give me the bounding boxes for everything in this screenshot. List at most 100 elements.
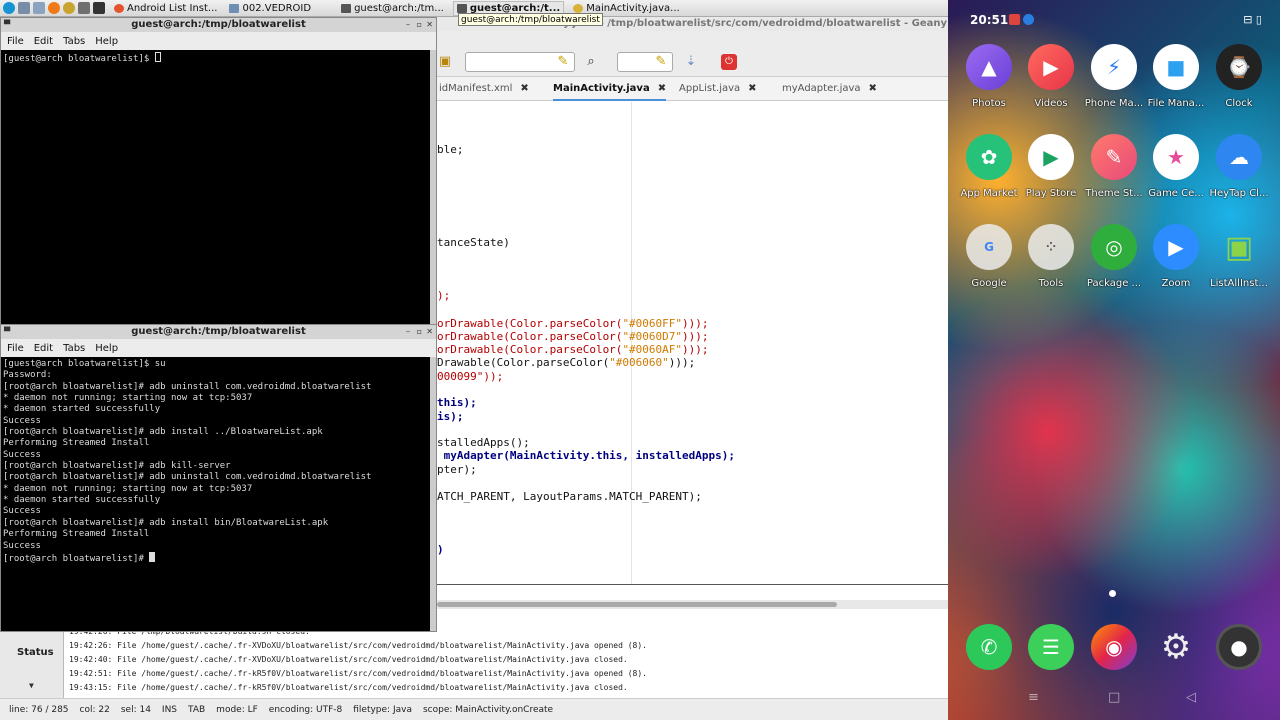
task-label: guest@arch:/t... [469,2,561,14]
app-heytap-cloud[interactable]: ☁ HeyTap Cl... [1204,134,1274,199]
search-icon[interactable]: ⌕ [583,54,599,70]
menu-tabs[interactable]: Tabs [63,343,85,354]
menu-file[interactable]: File [7,36,24,47]
output-line: Success [3,415,41,426]
terminal-task-icon [341,3,352,13]
status-tab[interactable]: Status ▼ [0,630,64,698]
code-line: orDrawable(Color.parseColor("#0060D7")))… [437,330,709,343]
messages-icon: ☰ [1028,624,1074,670]
page-indicator [1109,590,1116,597]
minimize-icon[interactable]: – [406,18,410,32]
terminal-titlebar[interactable]: ▀ guest@arch:/tmp/bloatwarelist – ▫ ✕ [1,18,436,32]
app-listallinstalled[interactable]: ▣ ListAllInst... [1204,224,1274,290]
task-android-list[interactable]: Android List Inst... [111,1,220,16]
status-scope: scope: MainActivity.onCreate [422,704,554,715]
dock-firefox[interactable]: ◉ [1079,624,1149,670]
maximize-icon[interactable]: ▫ [417,18,422,32]
log-line: 19:42:26: File /home/guest/.cache/.fr-XV… [69,641,647,650]
tab-myadapter[interactable]: myAdapter.java ✖ [782,77,877,101]
camera-icon: ● [1216,624,1262,670]
close-icon[interactable]: ✕ [426,325,433,339]
close-tab-icon[interactable]: ✖ [869,83,877,94]
game-star-icon: ★ [1153,134,1199,180]
close-tab-icon[interactable]: ✖ [658,83,666,94]
dock-phone[interactable]: ✆ [954,624,1024,670]
app-zoom[interactable]: ▶ Zoom [1141,224,1211,289]
task-vedroid-folder[interactable]: 002.VEDROID [226,1,314,16]
settings-icon[interactable] [78,2,90,14]
home-icon[interactable]: □ [1108,690,1120,705]
clear-goto-broom-icon[interactable]: ✎ [653,54,669,70]
code-line: ) [437,543,444,556]
arch-menu-icon[interactable] [3,2,15,14]
dock-messages[interactable]: ☰ [1016,624,1086,670]
terminal-launcher-icon[interactable] [93,2,105,14]
terminal-output[interactable]: [guest@arch bloatwarelist]$ su Password:[… [1,357,436,631]
clear-search-broom-icon[interactable]: ✎ [555,54,571,70]
tab-androidmanifest[interactable]: idManifest.xml ✖ [439,77,529,101]
app-theme-store[interactable]: ✎ Theme St... [1079,134,1149,199]
scrollbar-thumb[interactable] [437,602,837,607]
menu-edit[interactable]: Edit [34,36,53,47]
app-videos[interactable]: ▶ Videos [1016,44,1086,109]
back-icon[interactable]: ◁ [1186,690,1196,705]
app-game-center[interactable]: ★ Game Ce... [1141,134,1211,199]
app-clock[interactable]: ⌚ Clock [1204,44,1274,109]
menu-tabs[interactable]: Tabs [63,36,85,47]
app-app-market[interactable]: ✿ App Market [954,134,1024,199]
status-eol-mode: mode: LF [216,704,258,715]
tab-applist[interactable]: AppList.java ✖ [679,77,757,101]
show-desktop-icon[interactable] [18,2,30,14]
quit-icon[interactable]: ⏻ [721,54,737,70]
brush-icon: ✎ [1091,134,1137,180]
dock-camera[interactable]: ● [1204,624,1274,670]
app-google[interactable]: G Google [954,224,1024,289]
code-editor[interactable]: ble; tanceState) ); orDrawable(Color.par… [437,102,948,585]
close-tab-icon[interactable]: ✖ [520,83,528,94]
code-line: is); [437,410,464,423]
close-icon[interactable]: ✕ [426,18,433,32]
task-terminal-1[interactable]: guest@arch:/tm... [338,1,447,16]
recents-icon[interactable]: ≡ [1028,690,1039,705]
dock-settings[interactable]: ⚙ [1141,624,1211,670]
menu-help[interactable]: Help [95,343,118,354]
menu-help[interactable]: Help [95,36,118,47]
output-line: Password: [3,370,52,381]
app-play-store[interactable]: ▶ Play Store [1016,134,1086,199]
firefox-icon[interactable] [48,2,60,14]
file-manager-icon[interactable] [33,2,45,14]
close-tab-icon[interactable]: ✖ [748,83,756,94]
output-line: Performing Streamed Install [3,438,150,449]
app-photos[interactable]: ▲ Photos [954,44,1024,109]
notification-icon [1023,14,1034,25]
editor-horizontal-scrollbar[interactable] [437,600,948,609]
output-line: * daemon started successfully [3,404,161,415]
status-sel: sel: 14 [120,704,151,715]
open-file-icon[interactable]: ▣ [437,54,453,70]
chevron-down-icon[interactable]: ▼ [29,681,34,690]
terminal-scrollbar[interactable] [430,50,436,324]
geany-icon[interactable] [63,2,75,14]
google-folder-icon: G [966,224,1012,270]
menu-file[interactable]: File [7,343,24,354]
app-package-manager[interactable]: ◎ Package ... [1079,224,1149,289]
geany-menubar [437,31,948,47]
folder-task-icon [229,3,240,13]
goto-line-icon[interactable]: ⇣ [683,54,699,70]
app-file-manager[interactable]: ■ File Mana... [1141,44,1211,109]
terminal-output[interactable]: [guest@arch bloatwarelist]$ [1,50,436,324]
app-tools[interactable]: ⁘ Tools [1016,224,1086,289]
app-label: Videos [1034,98,1068,109]
notification-icon [1009,14,1020,25]
terminal-scrollbar[interactable] [430,357,436,631]
terminal-cursor [154,52,161,62]
minimize-icon[interactable]: – [406,325,410,339]
tab-label: idManifest.xml [439,83,513,94]
tab-mainactivity[interactable]: MainActivity.java ✖ [553,77,667,101]
shield-icon: ⚡ [1091,44,1137,90]
task-label: guest@arch:/tm... [354,2,444,14]
maximize-icon[interactable]: ▫ [417,325,422,339]
menu-edit[interactable]: Edit [34,343,53,354]
app-phone-manager[interactable]: ⚡ Phone Ma... [1079,44,1149,109]
terminal-titlebar[interactable]: ▀ guest@arch:/tmp/bloatwarelist – ▫ ✕ [1,325,436,339]
